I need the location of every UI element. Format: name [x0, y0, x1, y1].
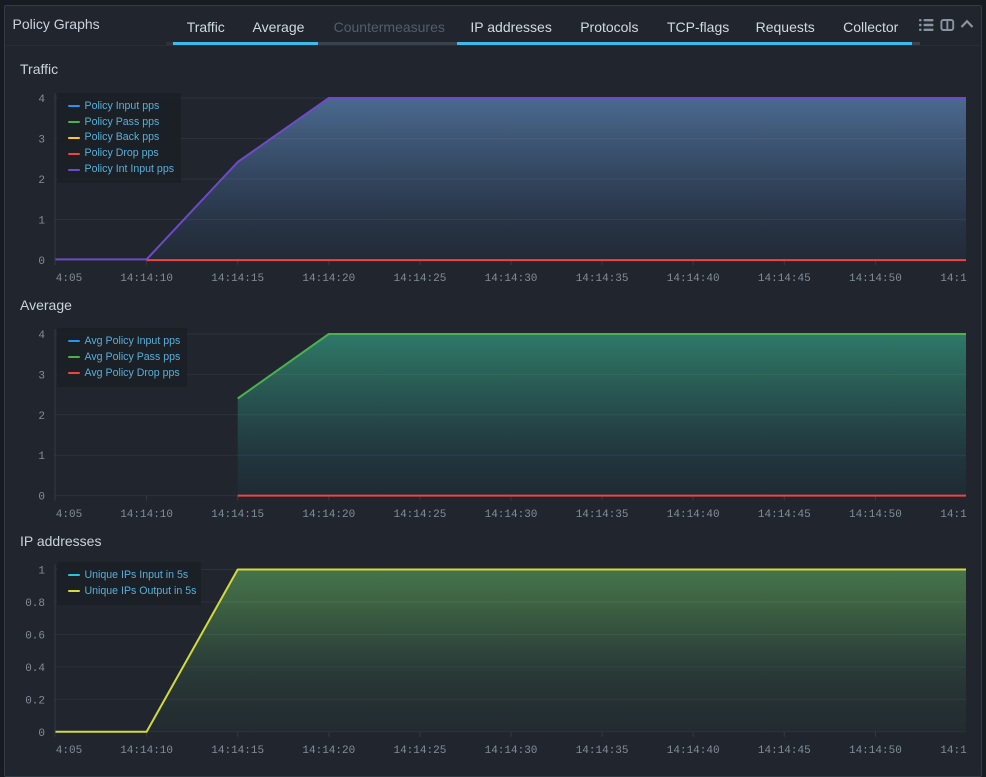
svg-text:14:14:40: 14:14:40	[667, 509, 720, 521]
svg-text:14:14:20: 14:14:20	[302, 745, 355, 757]
svg-text:14:14:25: 14:14:25	[393, 509, 446, 521]
svg-text:1: 1	[38, 451, 45, 463]
svg-text:1: 1	[38, 566, 45, 578]
svg-text:14:14:10: 14:14:10	[120, 745, 173, 757]
svg-text:14:14:45: 14:14:45	[758, 273, 811, 285]
svg-text:0: 0	[38, 256, 45, 268]
svg-text:14:14:10: 14:14:10	[120, 273, 173, 285]
svg-text:0.8: 0.8	[25, 598, 45, 610]
svg-text:14:14:50: 14:14:50	[849, 509, 902, 521]
svg-text:14:14:20: 14:14:20	[302, 273, 355, 285]
svg-text:14:14:40: 14:14:40	[667, 273, 720, 285]
svg-text:0.6: 0.6	[25, 630, 45, 642]
svg-text:14:14:20: 14:14:20	[302, 509, 355, 521]
svg-text:3: 3	[38, 135, 45, 147]
svg-text:14:1: 14:1	[940, 273, 967, 285]
svg-text:14:14:30: 14:14:30	[485, 509, 538, 521]
svg-text:14:14:40: 14:14:40	[667, 745, 720, 757]
svg-text:0: 0	[38, 492, 45, 504]
svg-text:14:14:45: 14:14:45	[758, 745, 811, 757]
svg-text:1: 1	[38, 216, 45, 228]
svg-text:4:05: 4:05	[56, 745, 82, 757]
svg-text:14:14:30: 14:14:30	[485, 273, 538, 285]
svg-text:14:14:50: 14:14:50	[849, 745, 902, 757]
svg-text:4:05: 4:05	[56, 273, 82, 285]
svg-text:2: 2	[38, 411, 45, 423]
svg-text:14:14:15: 14:14:15	[211, 745, 264, 757]
svg-text:14:14:50: 14:14:50	[849, 273, 902, 285]
svg-text:14:14:45: 14:14:45	[758, 509, 811, 521]
svg-text:0.4: 0.4	[25, 663, 45, 675]
svg-text:14:14:35: 14:14:35	[576, 745, 629, 757]
svg-text:14:14:15: 14:14:15	[211, 273, 264, 285]
svg-text:14:1: 14:1	[940, 745, 967, 757]
svg-text:2: 2	[38, 175, 45, 187]
svg-text:14:14:30: 14:14:30	[485, 745, 538, 757]
svg-text:4: 4	[38, 94, 45, 106]
svg-text:4:05: 4:05	[56, 509, 82, 521]
svg-text:14:14:15: 14:14:15	[211, 509, 264, 521]
svg-text:14:1: 14:1	[940, 509, 967, 521]
svg-text:14:14:25: 14:14:25	[393, 273, 446, 285]
svg-text:0: 0	[38, 728, 45, 740]
svg-text:14:14:10: 14:14:10	[120, 509, 173, 521]
svg-text:4: 4	[38, 330, 45, 342]
svg-text:3: 3	[38, 370, 45, 382]
svg-text:14:14:35: 14:14:35	[576, 509, 629, 521]
svg-text:14:14:25: 14:14:25	[393, 745, 446, 757]
svg-text:0.2: 0.2	[25, 695, 45, 707]
svg-text:14:14:35: 14:14:35	[576, 273, 629, 285]
